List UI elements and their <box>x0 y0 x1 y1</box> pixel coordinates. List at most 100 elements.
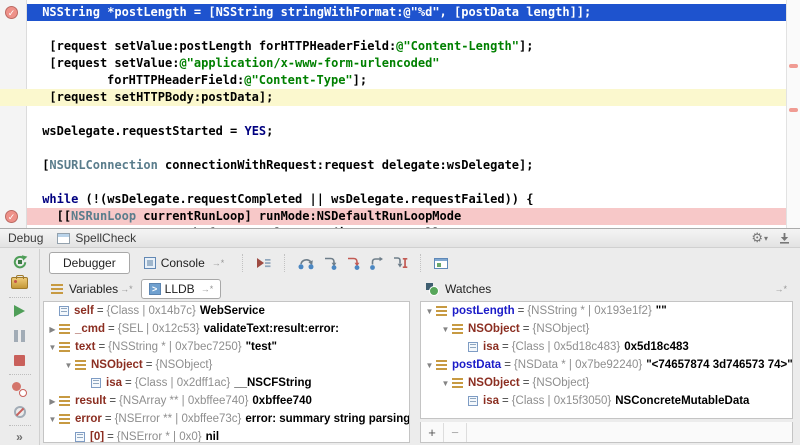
hide-panel-icon[interactable] <box>778 232 791 245</box>
variables-row[interactable]: ▼text={NSString * | 0x7bec7250}"test" <box>44 338 409 356</box>
code-line[interactable]: forHTTPHeaderField:@"Content-Type"]; <box>27 72 787 89</box>
watches-row[interactable]: ▼NSObject={NSObject} <box>421 320 792 338</box>
mute-breakpoints-button[interactable] <box>14 404 26 420</box>
variable-icon <box>436 306 447 316</box>
object-value-icon <box>468 396 478 406</box>
add-watch-button[interactable]: + <box>421 423 444 442</box>
variables-row[interactable]: [0]={NSError * | 0x0}nil <box>44 428 409 443</box>
watches-tree[interactable]: ▼postLength={NSString * | 0x193e1f2}""▼N… <box>420 301 793 419</box>
editor-gutter[interactable]: ✓✓ <box>0 0 27 228</box>
expand-arrow-icon[interactable]: ▼ <box>439 325 452 334</box>
variables-row[interactable]: ▶result={NSArray ** | 0xbffee740}0xbffee… <box>44 392 409 410</box>
code-line[interactable]: NSString *postLength = [NSString stringW… <box>27 4 787 21</box>
code-area[interactable]: NSString *postLength = [NSString stringW… <box>27 4 787 242</box>
code-line[interactable]: [request setHTTPBody:postData]; <box>27 89 787 106</box>
restore-layout-button[interactable] <box>434 258 448 269</box>
code-line[interactable]: [NSURLConnection connectionWithRequest:r… <box>27 157 787 174</box>
watches-row[interactable]: ▼NSObject={NSObject} <box>421 374 792 392</box>
breakpoint-icon[interactable]: ✓ <box>5 210 18 223</box>
debug-tab-row: Debugger Console →* <box>41 249 800 277</box>
variable-name: text <box>75 341 95 353</box>
toolbox-button[interactable] <box>11 275 28 291</box>
view-breakpoints-button[interactable] <box>12 381 27 397</box>
debug-panel: » Debugger Console →* <box>0 249 800 445</box>
equals-sign: = <box>108 323 115 335</box>
restore-layout-icon <box>434 258 448 269</box>
variable-type: {NSArray ** | 0xbffee740} <box>119 395 248 407</box>
equals-sign: = <box>523 377 530 389</box>
variables-pane: Variables →* > LLDB →* self={Class | 0x1… <box>41 277 412 445</box>
expand-arrow-icon[interactable]: ▶ <box>46 325 59 334</box>
watches-row[interactable]: ▼postLength={NSString * | 0x193e1f2}"" <box>421 302 792 320</box>
step-out-button[interactable] <box>369 256 384 270</box>
code-line[interactable] <box>27 21 787 38</box>
step-over-button[interactable] <box>298 256 315 270</box>
variable-value: 0x5d18c483 <box>624 341 689 353</box>
gutter-highlight-band <box>0 89 27 106</box>
tab-lldb[interactable]: > LLDB →* <box>141 279 222 299</box>
variables-row[interactable]: ▼error={NSError ** | 0xbffee73c}error: s… <box>44 410 409 428</box>
code-editor[interactable]: NSString *postLength = [NSString stringW… <box>0 0 800 228</box>
variable-icon <box>452 378 463 388</box>
toolbox-icon <box>11 277 28 289</box>
stripe-breakpoint-mark[interactable] <box>789 108 798 112</box>
more-actions-button[interactable]: » <box>16 429 23 445</box>
session-tab[interactable]: SpellCheck <box>75 231 136 245</box>
watches-row[interactable]: ▼postData={NSData * | 0x7be92240}"<74657… <box>421 356 792 374</box>
variables-row[interactable]: isa={Class | 0x2dff1ac}__NSCFString <box>44 374 409 392</box>
watches-row[interactable]: isa={Class | 0x15f3050}NSConcreteMutable… <box>421 392 792 410</box>
code-token: connectionWithRequest:request delegate:w… <box>158 158 534 172</box>
gear-icon[interactable]: ⚙ <box>751 229 763 247</box>
variables-row[interactable]: self={Class | 0x14b7c}WebService <box>44 302 409 320</box>
code-line[interactable]: [[NSRunLoop currentRunLoop] runMode:NSDe… <box>27 208 787 225</box>
variables-row[interactable]: ▶_cmd={SEL | 0x12c53}validateText:result… <box>44 320 409 338</box>
code-token: [request setHTTPBody:postData]; <box>49 90 273 104</box>
code-line[interactable]: while (!(wsDelegate.requestCompleted || … <box>27 191 787 208</box>
expand-arrow-icon[interactable]: ▶ <box>46 397 59 406</box>
show-execution-point-button[interactable] <box>256 256 272 270</box>
pause-button[interactable] <box>14 328 25 344</box>
variables-tree[interactable]: self={Class | 0x14b7c}WebService▶_cmd={S… <box>43 301 410 443</box>
step-out-icon <box>369 256 384 270</box>
variable-icon <box>59 396 70 406</box>
stop-button[interactable] <box>14 353 25 369</box>
tab-variables[interactable]: Variables <box>69 282 118 296</box>
watches-row[interactable]: isa={Class | 0x5d18c483}0x5d18c483 <box>421 338 792 356</box>
code-token: ; <box>266 124 273 138</box>
run-to-cursor-button[interactable] <box>392 256 408 270</box>
debug-left-toolbar: » <box>0 249 40 445</box>
force-step-into-button[interactable] <box>346 256 361 270</box>
stripe-breakpoint-mark[interactable] <box>789 64 798 68</box>
variables-row[interactable]: ▼NSObject={NSObject} <box>44 356 409 374</box>
code-line[interactable] <box>27 140 787 157</box>
expand-arrow-icon[interactable]: ▼ <box>423 361 436 370</box>
code-line[interactable] <box>27 174 787 191</box>
code-token: @"Content-Length" <box>396 39 519 53</box>
variable-name: [0] <box>90 431 104 443</box>
lldb-console-icon: > <box>149 283 161 295</box>
expand-arrow-icon[interactable]: ▼ <box>46 343 59 352</box>
expand-arrow-icon[interactable]: ▼ <box>62 361 75 370</box>
variable-value: validateText:result:error: <box>204 323 339 335</box>
step-into-button[interactable] <box>323 256 338 270</box>
tab-drag-hint: →* <box>212 258 225 268</box>
expand-arrow-icon[interactable]: ▼ <box>439 379 452 388</box>
resume-button[interactable] <box>14 304 25 320</box>
tab-debugger[interactable]: Debugger <box>49 252 130 274</box>
view-breakpoints-icon <box>12 382 27 397</box>
code-token: NSRunLoop <box>71 209 136 223</box>
watches-title: Watches <box>445 282 491 296</box>
variables-pane-header: Variables →* > LLDB →* <box>41 277 412 301</box>
remove-watch-button[interactable]: − <box>444 423 467 442</box>
code-line[interactable] <box>27 106 787 123</box>
tab-console[interactable]: Console →* <box>144 256 225 270</box>
chevron-down-icon[interactable]: ▾ <box>764 234 768 243</box>
code-line[interactable]: [request setValue:@"application/x-www-fo… <box>27 55 787 72</box>
code-line[interactable]: [request setValue:postLength forHTTPHead… <box>27 38 787 55</box>
code-line[interactable]: wsDelegate.requestStarted = YES; <box>27 123 787 140</box>
breakpoint-icon[interactable]: ✓ <box>5 6 18 19</box>
expand-arrow-icon[interactable]: ▼ <box>46 415 59 424</box>
expand-arrow-icon[interactable]: ▼ <box>423 307 436 316</box>
code-token: wsDelegate.requestStarted = <box>42 124 244 138</box>
rerun-button[interactable] <box>12 254 28 270</box>
